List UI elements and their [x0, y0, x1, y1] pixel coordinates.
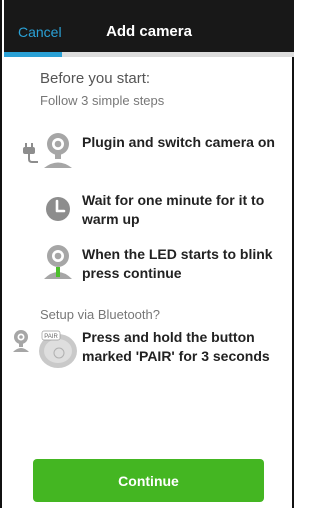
step-3-text: When the LED starts to blink press conti…	[82, 246, 273, 281]
progress-bar	[4, 52, 294, 57]
step-2-text: Wait for one minute for it to warm up	[82, 192, 265, 227]
plug-camera-icon	[22, 133, 78, 173]
screen: Cancel Add camera Before you start: Foll…	[0, 0, 294, 508]
intro-subtitle: Follow 3 simple steps	[40, 93, 165, 108]
bluetooth-step-text: Press and hold the button marked 'PAIR' …	[82, 329, 270, 364]
continue-button[interactable]: Continue	[33, 459, 264, 502]
camera-led-icon	[22, 245, 78, 285]
intro-title: Before you start:	[40, 70, 151, 87]
navigation-bar: Cancel Add camera	[4, 0, 294, 52]
page-title: Add camera	[106, 23, 192, 40]
bluetooth-label: Setup via Bluetooth?	[40, 307, 160, 322]
clock-icon	[22, 191, 78, 231]
pair-icon-label: PAIR	[44, 334, 58, 340]
progress-fill	[4, 52, 62, 57]
pair-button-icon: PAIR	[12, 328, 78, 370]
step-1-text: Plugin and switch camera on	[82, 134, 275, 150]
